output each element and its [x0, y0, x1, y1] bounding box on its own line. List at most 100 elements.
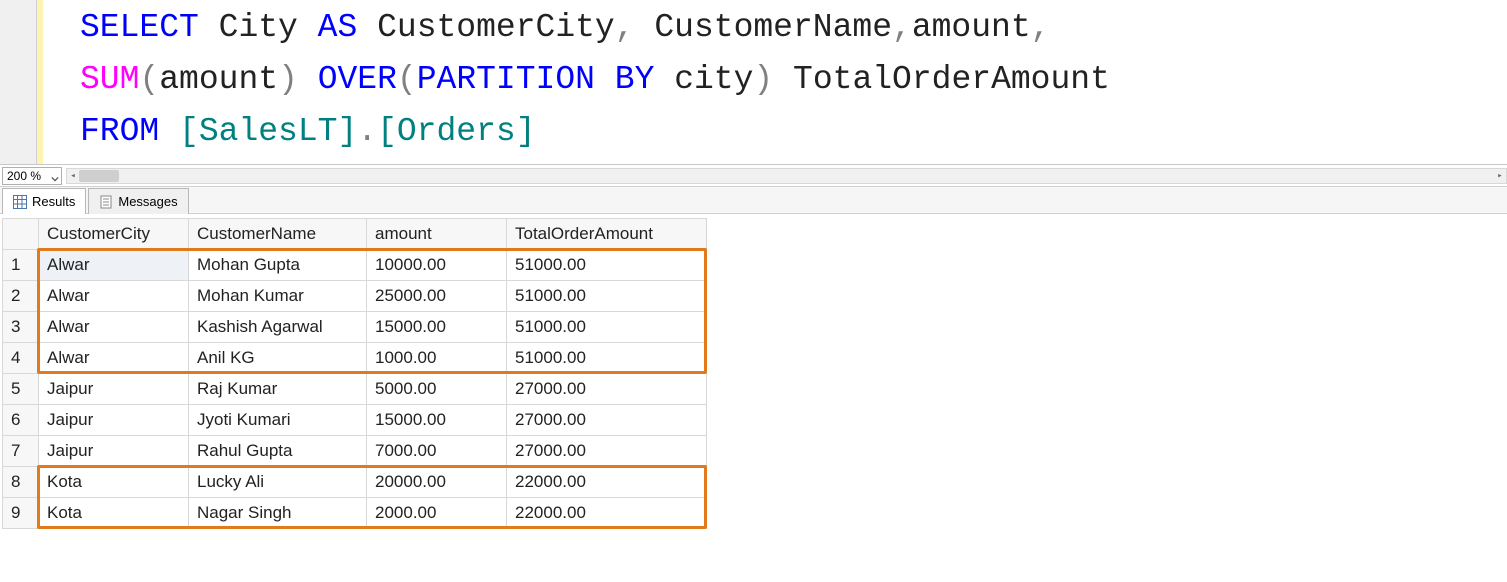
table-row[interactable]: 7JaipurRahul Gupta7000.0027000.00 [3, 436, 707, 467]
code-token: CustomerName [654, 9, 892, 46]
code-token: ( [397, 61, 417, 98]
cell[interactable]: 27000.00 [507, 374, 707, 405]
column-header[interactable]: CustomerCity [39, 219, 189, 250]
code-token: SUM [80, 61, 139, 98]
code-token: ( [139, 61, 159, 98]
row-number[interactable]: 4 [3, 343, 39, 374]
code-token: , [1031, 9, 1051, 46]
cell[interactable]: 27000.00 [507, 405, 707, 436]
grid-corner[interactable] [3, 219, 39, 250]
code-token [773, 61, 793, 98]
cell[interactable]: Jaipur [39, 436, 189, 467]
table-row[interactable]: 9KotaNagar Singh2000.0022000.00 [3, 498, 707, 529]
cell[interactable]: Kashish Agarwal [189, 312, 367, 343]
cell[interactable]: 10000.00 [367, 250, 507, 281]
cell[interactable]: Mohan Kumar [189, 281, 367, 312]
cell[interactable]: Rahul Gupta [189, 436, 367, 467]
table-row[interactable]: 8KotaLucky Ali20000.0022000.00 [3, 467, 707, 498]
code-token: , [615, 9, 635, 46]
row-number[interactable]: 7 [3, 436, 39, 467]
cell[interactable]: 7000.00 [367, 436, 507, 467]
cell[interactable]: Jaipur [39, 405, 189, 436]
code-token: ) [753, 61, 773, 98]
tab-messages[interactable]: Messages [88, 188, 188, 214]
code-token: OVER [318, 61, 397, 98]
code-token: amount [159, 61, 278, 98]
code-token: PARTITION [417, 61, 595, 98]
column-header[interactable]: amount [367, 219, 507, 250]
row-number[interactable]: 2 [3, 281, 39, 312]
code-token: FROM [80, 113, 159, 150]
table-row[interactable]: 3AlwarKashish Agarwal15000.0051000.00 [3, 312, 707, 343]
horizontal-scrollbar[interactable]: ◂ ▸ [66, 168, 1507, 184]
cell[interactable]: Jyoti Kumari [189, 405, 367, 436]
cell[interactable]: Alwar [39, 312, 189, 343]
code-token: city [674, 61, 753, 98]
cell[interactable]: 51000.00 [507, 281, 707, 312]
cell[interactable]: Lucky Ali [189, 467, 367, 498]
results-grid[interactable]: CustomerCityCustomerNameamountTotalOrder… [2, 218, 707, 529]
code-token: [Orders] [377, 113, 535, 150]
document-icon [99, 195, 113, 209]
cell[interactable]: 22000.00 [507, 498, 707, 529]
cell[interactable]: 5000.00 [367, 374, 507, 405]
cell[interactable]: Alwar [39, 343, 189, 374]
table-row[interactable]: 2AlwarMohan Kumar25000.0051000.00 [3, 281, 707, 312]
zoom-dropdown[interactable]: 200 % [2, 167, 62, 185]
table-row[interactable]: 4AlwarAnil KG1000.0051000.00 [3, 343, 707, 374]
code-token: SELECT [80, 9, 199, 46]
cell[interactable]: Alwar [39, 281, 189, 312]
code-token [595, 61, 615, 98]
row-number[interactable]: 1 [3, 250, 39, 281]
code-token: . [357, 113, 377, 150]
cell[interactable]: 2000.00 [367, 498, 507, 529]
cell[interactable]: Nagar Singh [189, 498, 367, 529]
chevron-down-icon [51, 172, 59, 180]
cell[interactable]: Jaipur [39, 374, 189, 405]
cell[interactable]: 22000.00 [507, 467, 707, 498]
row-number[interactable]: 6 [3, 405, 39, 436]
code-token: AS [318, 9, 358, 46]
cell[interactable]: 1000.00 [367, 343, 507, 374]
cell[interactable]: 25000.00 [367, 281, 507, 312]
sql-code[interactable]: SELECT City AS CustomerCity, CustomerNam… [80, 2, 1110, 158]
code-token [654, 61, 674, 98]
code-token [298, 9, 318, 46]
cell[interactable]: 27000.00 [507, 436, 707, 467]
table-row[interactable]: 6JaipurJyoti Kumari15000.0027000.00 [3, 405, 707, 436]
code-token [199, 9, 219, 46]
tab-results[interactable]: Results [2, 188, 86, 214]
sql-editor[interactable]: SELECT City AS CustomerCity, CustomerNam… [0, 0, 1507, 164]
code-token: amount [912, 9, 1031, 46]
scrollbar-thumb[interactable] [79, 170, 119, 182]
row-number[interactable]: 3 [3, 312, 39, 343]
code-token [298, 61, 318, 98]
cell[interactable]: Raj Kumar [189, 374, 367, 405]
cell[interactable]: 51000.00 [507, 312, 707, 343]
cell[interactable]: 51000.00 [507, 343, 707, 374]
code-token: CustomerCity [377, 9, 615, 46]
code-token: , [892, 9, 912, 46]
cell[interactable]: 15000.00 [367, 405, 507, 436]
cell[interactable]: 20000.00 [367, 467, 507, 498]
table-row[interactable]: 5JaipurRaj Kumar5000.0027000.00 [3, 374, 707, 405]
scroll-left-icon[interactable]: ◂ [67, 169, 79, 183]
cell[interactable]: Kota [39, 467, 189, 498]
cell[interactable]: 15000.00 [367, 312, 507, 343]
cell[interactable]: Alwar [39, 250, 189, 281]
row-number[interactable]: 8 [3, 467, 39, 498]
column-header[interactable]: CustomerName [189, 219, 367, 250]
row-number[interactable]: 5 [3, 374, 39, 405]
cell[interactable]: Kota [39, 498, 189, 529]
row-number[interactable]: 9 [3, 498, 39, 529]
tab-messages-label: Messages [118, 194, 177, 209]
cell[interactable]: 51000.00 [507, 250, 707, 281]
tab-results-label: Results [32, 194, 75, 209]
scroll-right-icon[interactable]: ▸ [1494, 169, 1506, 183]
code-token [159, 113, 179, 150]
table-row[interactable]: 1AlwarMohan Gupta10000.0051000.00 [3, 250, 707, 281]
column-header[interactable]: TotalOrderAmount [507, 219, 707, 250]
result-tabs: Results Messages [0, 186, 1507, 214]
cell[interactable]: Anil KG [189, 343, 367, 374]
cell[interactable]: Mohan Gupta [189, 250, 367, 281]
